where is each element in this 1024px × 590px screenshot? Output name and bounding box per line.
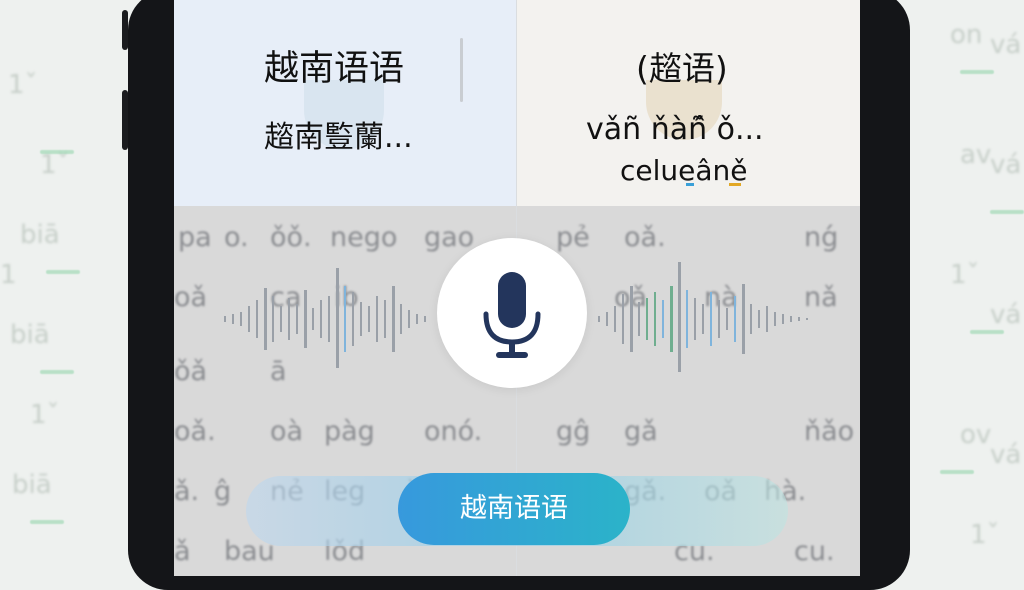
language-select-button[interactable]: 越南语语 [398,473,630,545]
waveform-bar [224,316,226,322]
phone-screen: 越南语语 趦南䜿蘭... (趦语) vǎñ ňàñ̂ ǒ... celueâně… [174,0,860,576]
waveform-bar [678,262,681,372]
waveform-bar [352,292,354,346]
waveform-bar [272,296,274,342]
waveform-bar [360,302,362,336]
waveform-bar [312,308,314,330]
waveform-bar [622,294,624,344]
waveform-bar [408,310,410,328]
waveform-bar [686,290,688,348]
waveform-bar [670,286,673,352]
waveform-bar [774,312,776,326]
waveform-bar [598,316,600,322]
waveform-bar [782,314,784,324]
waveform-bar [424,316,426,322]
waveform-bar [614,306,616,332]
waveform-bar [400,304,402,334]
waveform-bar [280,306,282,332]
waveform-bar [392,286,395,352]
waveform-bar [694,298,696,340]
waveform-bar [798,317,800,321]
waveform-bar [240,312,242,326]
phone-frame: 越南语语 趦南䜿蘭... (趦语) vǎñ ňàñ̂ ǒ... celueâně… [122,0,910,590]
phone-side-button [122,90,128,150]
waveform-bar [654,292,656,346]
waveform-bar [742,284,745,354]
waveform-bar [416,314,418,324]
waveform-bar [710,292,712,346]
waveform-bar [734,296,736,342]
waveform-bar [376,296,378,342]
waveform-bar [758,310,760,328]
waveform-bar [718,300,720,338]
waveform-bar [232,314,234,324]
waveform-bar [790,316,792,322]
waveform-bar [806,318,808,320]
waveform-bar [328,296,330,342]
waveform-bar [248,306,250,332]
microphone-icon [483,272,541,358]
waveform-bar [288,298,290,340]
waveform-bar [336,268,339,368]
waveform-bar [264,288,267,350]
waveform-bar [766,306,768,332]
waveform-bar [256,300,258,338]
waveform-bar [750,304,752,334]
waveform-bar [304,290,307,348]
waveform-bar [606,312,608,326]
waveform-bar [368,306,370,332]
waveform-bar [320,300,322,338]
waveform-bar [630,286,633,352]
waveform-bar [344,286,346,352]
microphone-button[interactable] [437,238,587,388]
waveform-bar [638,302,640,336]
waveform-bar [726,308,728,330]
waveform-bar [296,304,298,334]
waveform-bar [702,304,704,334]
waveform-bar [646,298,648,340]
phone-side-button [122,10,128,50]
waveform-bar [384,300,386,338]
waveform-bar [662,300,664,338]
